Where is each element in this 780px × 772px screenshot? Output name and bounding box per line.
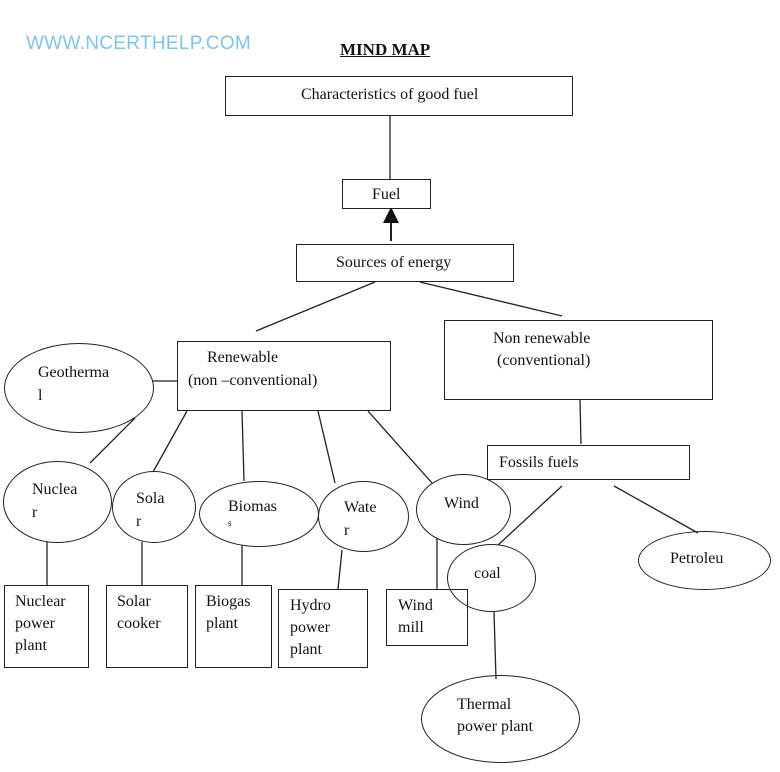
node-biomass: Biomas s [199, 481, 319, 547]
node-sources-label: Sources of energy [336, 254, 452, 271]
line-renewable-wind [367, 410, 433, 484]
node-non-renewable: Non renewable (conventional) [444, 320, 713, 400]
solar-cooker-line-1: Solar [117, 593, 151, 610]
node-fuel-label: Fuel [372, 186, 401, 203]
node-characteristics-label: Characteristics of good fuel [301, 86, 479, 103]
hydro-plant-line-3: plant [290, 641, 322, 658]
node-water-label-1: Wate [344, 499, 377, 516]
node-water-label-2: r [344, 522, 350, 539]
node-fuel: Fuel [342, 179, 431, 209]
nuclear-plant-line-1: Nuclear [15, 593, 66, 610]
node-biomass-label-1: Biomas [228, 498, 277, 515]
node-solar-cooker: Solar cooker [106, 585, 188, 668]
node-nuclear-label-2: r [32, 504, 38, 521]
node-petroleum-label: Petroleu [670, 550, 724, 567]
node-nuclear-label-1: Nuclea [32, 481, 78, 498]
hydro-plant-line-2: power [290, 619, 330, 636]
node-geothermal-label-1: Geotherma [38, 364, 110, 381]
line-water-hydro [337, 549, 343, 590]
node-wind-mill: Wind mill [386, 589, 468, 646]
node-solar: Sola r [112, 471, 196, 543]
node-hydro-power-plant: Hydro power plant [278, 589, 368, 668]
node-nuclear: Nuclea r [3, 461, 112, 543]
solar-cooker-line-2: cooker [117, 615, 161, 632]
node-fossil-fuels-label: Fossils fuels [499, 454, 579, 471]
wind-mill-line-1: Wind [398, 597, 433, 614]
biogas-plant-line-2: plant [206, 615, 238, 632]
node-biomass-label-2: s [228, 518, 232, 528]
node-thermal-plant: Thermal power plant [421, 675, 580, 763]
node-non-renewable-label-2: (conventional) [497, 352, 591, 369]
node-renewable-label-2: (non –conventional) [188, 372, 318, 389]
wind-mill-line-2: mill [398, 619, 424, 636]
node-fossil-fuels: Fossils fuels [487, 445, 690, 480]
line-coal-thermal [493, 611, 497, 680]
line-renewable-solar [152, 410, 188, 473]
hydro-plant-line-1: Hydro [290, 597, 331, 614]
node-water: Wate r [318, 481, 409, 552]
node-wind-label: Wind [444, 495, 479, 512]
line-sources-nonrenewable [419, 281, 563, 317]
line-sources-renewable [255, 281, 376, 332]
node-coal-label: coal [474, 565, 501, 582]
node-thermal-plant-label-2: power plant [457, 718, 533, 735]
node-wind: Wind [416, 474, 511, 545]
node-nuclear-power-plant: Nuclear power plant [4, 585, 89, 668]
node-geothermal: Geotherma l [4, 343, 154, 433]
node-biogas-plant: Biogas plant [195, 585, 272, 668]
line-nonrenewable-fossil [579, 399, 582, 445]
nuclear-plant-line-3: plant [15, 637, 47, 654]
node-renewable: Renewable (non –conventional) [177, 341, 391, 411]
node-petroleum: Petroleu [638, 531, 771, 590]
node-renewable-label-1: Renewable [207, 349, 279, 366]
nuclear-plant-line-2: power [15, 615, 55, 632]
node-solar-label-1: Sola [136, 490, 165, 507]
biogas-plant-line-1: Biogas [206, 593, 251, 610]
line-renewable-biomass [241, 410, 245, 482]
node-thermal-plant-label-1: Thermal [457, 696, 512, 713]
node-solar-label-2: r [136, 513, 142, 530]
node-sources: Sources of energy [296, 244, 514, 282]
line-renewable-water [317, 410, 336, 484]
node-geothermal-label-2: l [38, 387, 43, 404]
node-non-renewable-label-1: Non renewable [493, 330, 591, 347]
line-fossil-petroleum [613, 485, 699, 534]
node-characteristics: Characteristics of good fuel [225, 76, 573, 116]
